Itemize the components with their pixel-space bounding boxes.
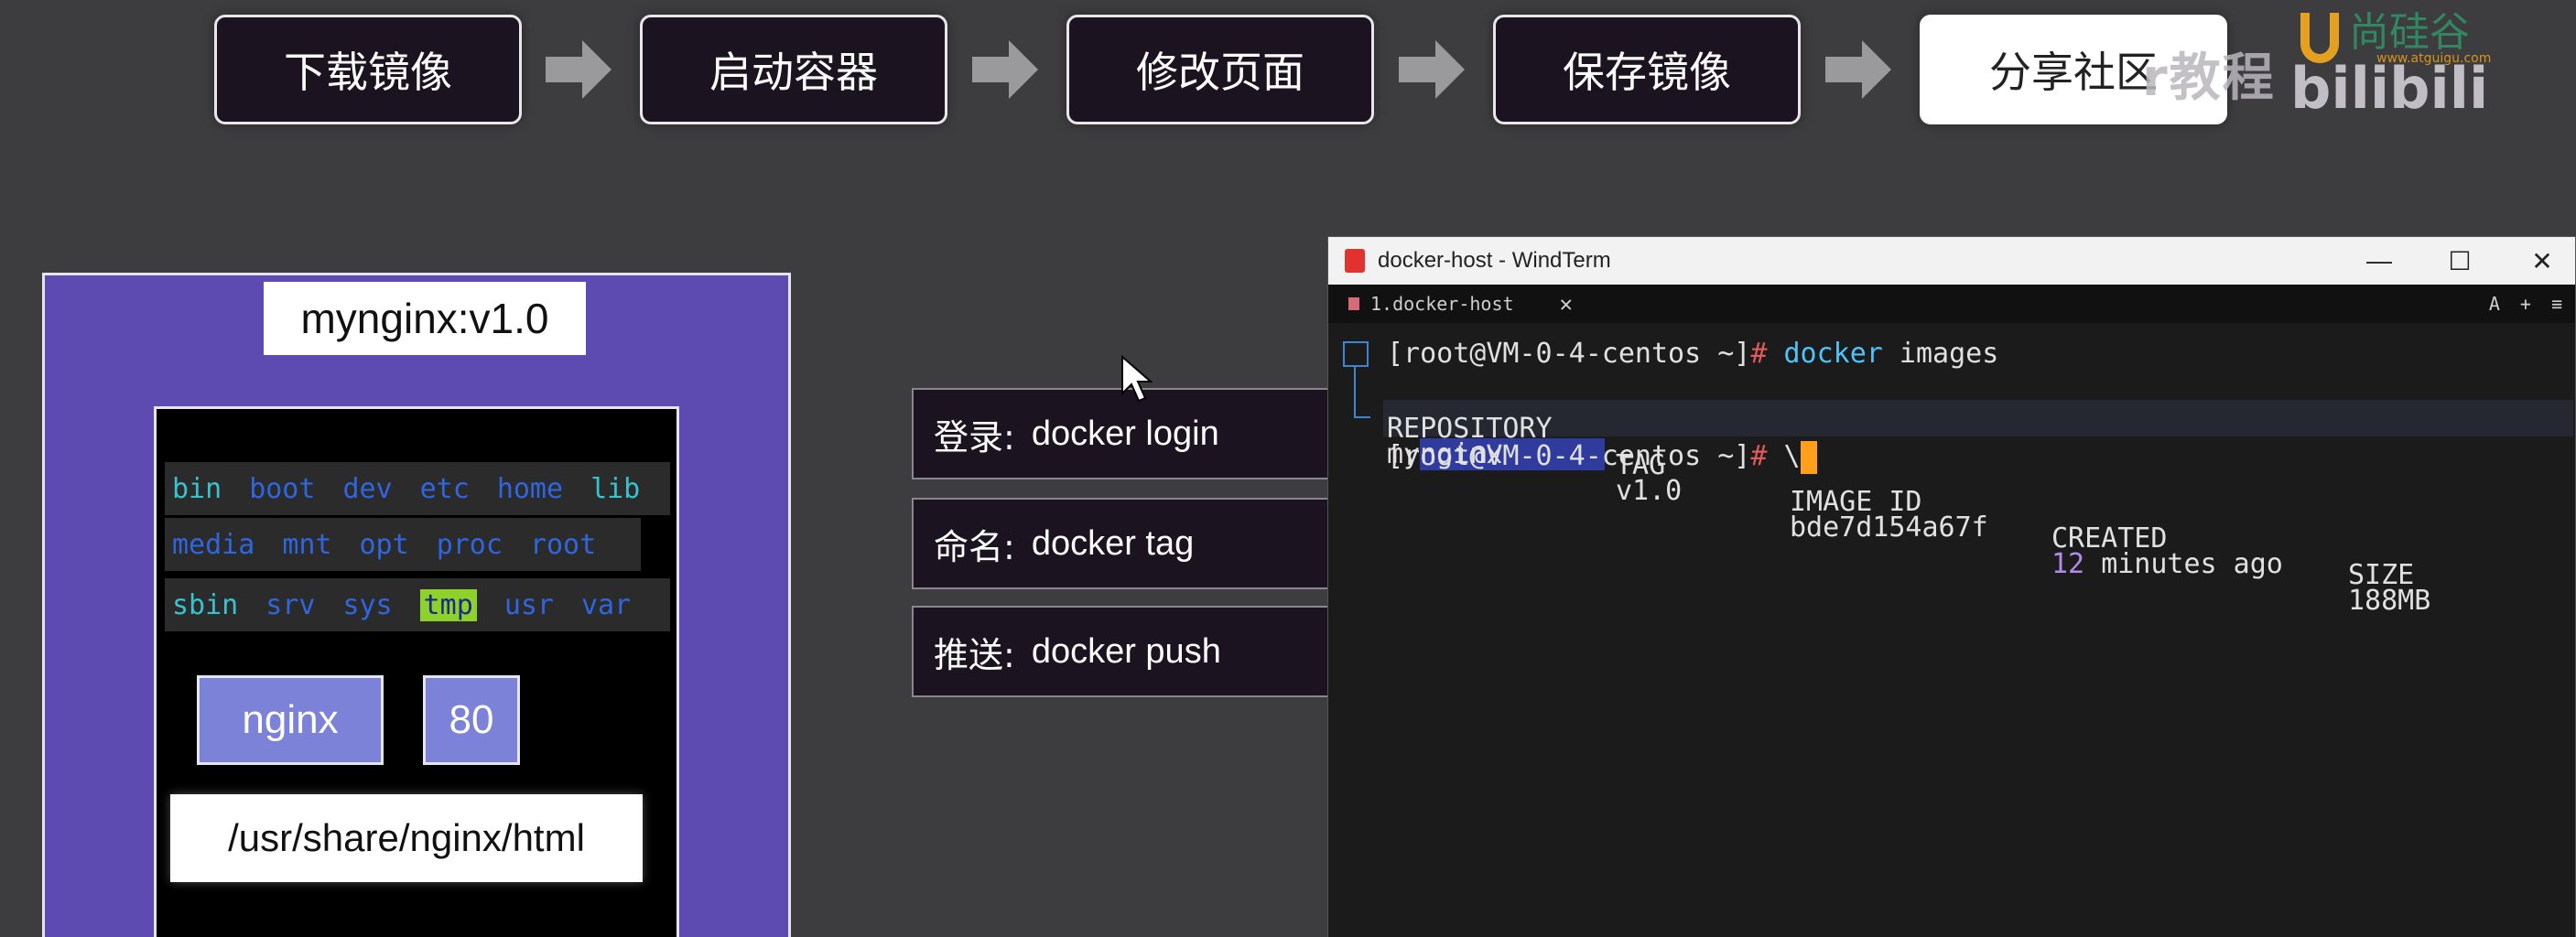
command-label: 登录: — [934, 416, 1015, 458]
command-text: docker login — [1031, 414, 1219, 453]
dir-etc: etc — [419, 472, 470, 505]
dir-var: var — [581, 588, 632, 621]
terminal-input[interactable]: \ — [1783, 440, 1800, 472]
arrow-right-icon — [1825, 40, 1891, 99]
terminal-titlebar[interactable]: docker-host - WindTerm — ☐ ✕ — [1328, 237, 2575, 285]
command-label: 命名: — [934, 526, 1015, 567]
html-path-box: /usr/share/nginx/html — [170, 794, 643, 882]
dir-mnt: mnt — [282, 528, 332, 561]
maximize-button[interactable]: ☐ — [2443, 244, 2476, 277]
dir-sbin: sbin — [172, 588, 239, 621]
minimize-button[interactable]: — — [2363, 244, 2396, 277]
windterm-logo-icon — [1345, 249, 1365, 273]
bilibili-logo: 尚硅谷 www.atguigu.com bilibili — [2285, 5, 2576, 122]
table-row: mynginx v1.0 bde7d154a67f 12 minutes ago… — [1387, 438, 2431, 617]
dir-boot: boot — [249, 472, 316, 505]
command-tag: 命名: docker tag — [912, 498, 1333, 589]
close-button[interactable]: ✕ — [2526, 244, 2559, 277]
command-push: 推送: docker push — [912, 606, 1333, 697]
port-box: 80 — [423, 675, 520, 765]
arrow-right-icon — [972, 40, 1038, 99]
terminal-tabbar: 1.docker-host ✕ A + ≡ — [1328, 285, 2575, 323]
new-tab-icon[interactable]: + — [2520, 293, 2531, 315]
step-modify-page: 修改页面 — [1066, 15, 1374, 124]
mouse-pointer-icon — [1120, 354, 1153, 403]
tab-session-icon — [1348, 297, 1359, 310]
text-cursor — [1800, 440, 1817, 474]
dir-lib: lib — [590, 472, 641, 505]
command-text: docker push — [1031, 631, 1221, 671]
fs-row-2: media mnt opt proc root — [165, 518, 641, 571]
terminal-window[interactable]: docker-host - WindTerm — ☐ ✕ 1.docker-ho… — [1327, 236, 2576, 937]
svg-text:bilibili: bilibili — [2290, 55, 2488, 115]
dir-sys: sys — [342, 588, 393, 621]
dir-bin: bin — [172, 472, 222, 505]
tab-close-icon[interactable]: ✕ — [1560, 291, 1573, 317]
step-download-image: 下载镜像 — [214, 15, 522, 124]
command-label: 推送: — [934, 634, 1015, 675]
terminal-line: [root@VM-0-4-centos ~]# docker images — [1387, 338, 1999, 370]
tab-docker-host[interactable]: 1.docker-host — [1370, 293, 1514, 315]
dir-opt: opt — [359, 528, 409, 561]
step-start-container: 启动容器 — [640, 15, 947, 124]
font-size-icon[interactable]: A — [2489, 293, 2500, 315]
svg-text:尚硅谷: 尚硅谷 — [2349, 9, 2470, 56]
command-text: docker tag — [1031, 523, 1195, 563]
arrow-right-icon — [546, 40, 612, 99]
terminal-output[interactable]: [root@VM-0-4-centos ~]# docker images RE… — [1328, 323, 2575, 937]
collapse-icon[interactable] — [1343, 341, 1369, 367]
dir-srv: srv — [265, 588, 316, 621]
dir-home: home — [496, 472, 564, 505]
dir-proc: proc — [436, 528, 503, 561]
dir-tmp: tmp — [419, 588, 477, 621]
arrow-right-icon — [1399, 40, 1465, 99]
fs-row-3: sbin srv sys tmp usr var — [165, 578, 670, 631]
window-title: docker-host - WindTerm — [1378, 248, 1611, 273]
fs-row-1: bin boot dev etc home lib — [165, 462, 670, 515]
dir-root: root — [529, 528, 597, 561]
terminal-line: [root@VM-0-4-centos ~]# \ — [1387, 438, 1817, 475]
step-save-image: 保存镜像 — [1493, 15, 1801, 124]
watermark-text: r教程 — [2142, 48, 2276, 108]
app-box: nginx — [197, 675, 384, 765]
dir-media: media — [172, 528, 255, 561]
image-label: mynginx:v1.0 — [264, 282, 586, 355]
menu-icon[interactable]: ≡ — [2551, 293, 2562, 315]
dir-usr: usr — [503, 588, 554, 621]
dir-dev: dev — [342, 472, 393, 505]
